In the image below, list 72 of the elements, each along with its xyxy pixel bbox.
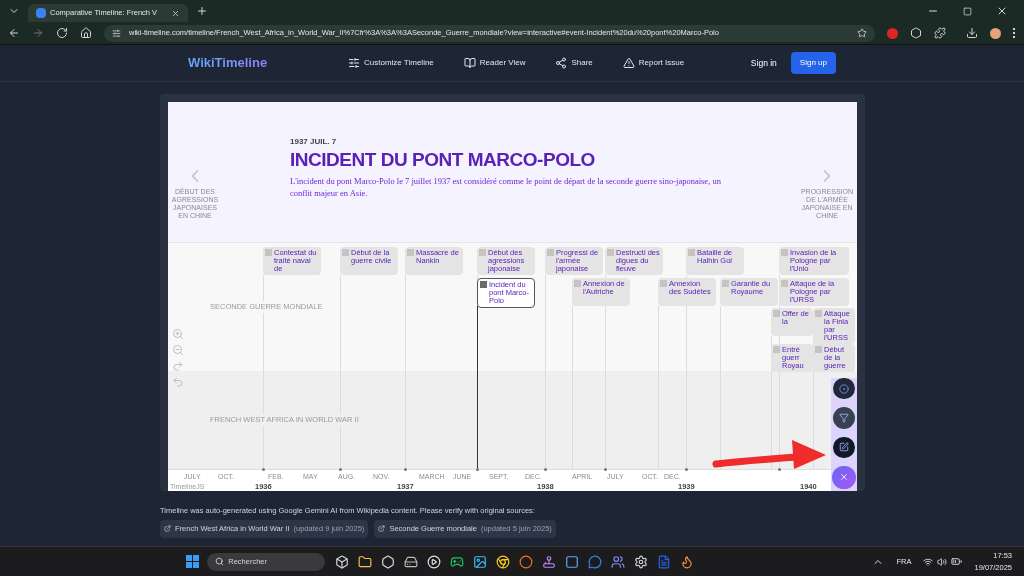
image-icon[interactable] [473, 554, 488, 569]
wifi-icon[interactable] [923, 556, 934, 567]
thumbnail-placeholder [547, 249, 554, 256]
thumbnail-placeholder [265, 249, 272, 256]
folder-icon[interactable] [358, 554, 373, 569]
thumbnail-placeholder [660, 280, 667, 287]
app-icon[interactable] [565, 554, 580, 569]
event-date: 1937 JUIL. 7 [290, 136, 338, 148]
extensions-icon[interactable] [934, 27, 946, 39]
thumbnail-placeholder [480, 281, 487, 288]
thumbnail-placeholder [688, 249, 695, 256]
share-icon [555, 57, 568, 69]
profile-avatar[interactable] [990, 27, 1001, 39]
drive-icon[interactable] [404, 554, 419, 569]
chat-icon[interactable] [588, 554, 603, 569]
reload-icon[interactable] [56, 27, 68, 39]
nav-link[interactable]: Reader View [463, 57, 526, 69]
thumbnail-placeholder [407, 249, 414, 256]
external-link-icon [378, 525, 386, 533]
thumbnail-placeholder [607, 249, 614, 256]
thumbnail-placeholder [781, 249, 788, 256]
site-favicon [36, 8, 46, 18]
warning-icon [622, 57, 635, 69]
thumbnail-placeholder [815, 346, 822, 353]
nav-link[interactable]: Report Issue [622, 57, 685, 69]
volume-icon[interactable] [937, 556, 948, 567]
battery-icon[interactable] [951, 556, 963, 567]
edit-icon [839, 442, 849, 453]
thumbnail-placeholder [773, 346, 780, 353]
thumbnail-placeholder [773, 310, 780, 317]
thumbnail-placeholder [722, 280, 729, 287]
bookmark-star-icon[interactable] [857, 28, 867, 38]
search-icon [215, 557, 225, 566]
external-link-icon [164, 525, 171, 533]
filter-icon [839, 412, 849, 423]
edit-button[interactable] [833, 436, 855, 458]
play-icon[interactable] [427, 554, 442, 569]
people-icon[interactable] [611, 554, 626, 569]
joystick-icon[interactable] [542, 554, 557, 569]
site-settings-icon[interactable] [112, 28, 121, 38]
nav-link[interactable]: Share [555, 57, 593, 69]
sign-up-button[interactable]: Sign up [790, 52, 836, 74]
document-icon[interactable] [657, 554, 672, 569]
thumbnail-placeholder [342, 249, 349, 256]
thumbnail-placeholder [479, 249, 486, 256]
back-icon[interactable] [8, 27, 20, 39]
download-icon[interactable] [966, 27, 978, 39]
new-tab-icon[interactable] [196, 5, 208, 17]
close-window-icon[interactable] [996, 5, 1008, 17]
sign-in-link[interactable]: Sign in [750, 56, 777, 70]
close-menu-button[interactable] [832, 465, 856, 489]
flame-icon[interactable] [680, 554, 695, 569]
maximize-icon[interactable] [963, 6, 972, 16]
close-tab-icon[interactable] [171, 8, 180, 18]
thumbnail-placeholder [815, 310, 822, 317]
more-icon[interactable] [1013, 28, 1016, 38]
nav-link[interactable]: Customize Timeline [348, 57, 434, 69]
filter-button[interactable] [833, 407, 855, 429]
start-icon[interactable] [186, 555, 200, 568]
event-headline: INCIDENT DU PONT MARCO-POLO [290, 148, 596, 172]
target-icon [839, 383, 849, 394]
home-icon[interactable] [80, 27, 92, 39]
event-description: L'incident du pont Marco-Polo le 7 juillet 1937 est considéré comme le point de départ de la seconde guerre sino-japonaise, un conflit majeur en Asie. [290, 175, 722, 199]
thumbnail-placeholder [781, 280, 788, 287]
hexagon-icon[interactable] [381, 554, 396, 569]
close-icon [839, 472, 849, 483]
settings-icon[interactable] [634, 554, 649, 569]
gamepad-icon[interactable] [450, 554, 465, 569]
book-icon [463, 57, 476, 69]
thumbnail-placeholder [574, 280, 581, 287]
sliders-icon [348, 57, 360, 69]
focus-button[interactable] [833, 378, 855, 400]
